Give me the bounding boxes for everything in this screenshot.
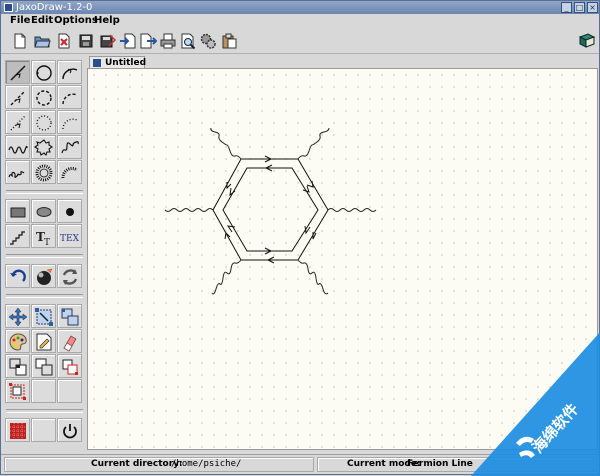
- color-tool[interactable]: [5, 329, 30, 353]
- tool-palette: TT TEX: [4, 59, 83, 452]
- maximize-button[interactable]: □: [574, 2, 585, 13]
- gluon-line-tool[interactable]: [5, 160, 30, 184]
- fermion-arrows: [224, 155, 317, 264]
- fermion-loop-tool[interactable]: [31, 60, 56, 84]
- app-window: JaxoDraw-1.2-0 _ □ × File Edit Options H…: [0, 0, 600, 476]
- photon-line[interactable]: [297, 127, 330, 160]
- photon-line[interactable]: [327, 208, 377, 212]
- text-tool-glyph-small: T: [44, 238, 50, 247]
- group-tool[interactable]: [5, 354, 30, 378]
- copy-tool[interactable]: [57, 304, 82, 328]
- menu-help[interactable]: Help: [94, 14, 120, 27]
- photon-lines: [164, 127, 377, 295]
- undo-tool[interactable]: [5, 264, 30, 288]
- open-file-icon[interactable]: [33, 32, 51, 50]
- refresh-tool[interactable]: [57, 264, 82, 288]
- main-toolbar: [1, 28, 599, 54]
- quit-tool[interactable]: [57, 418, 82, 442]
- menu-file[interactable]: File: [10, 14, 30, 27]
- empty-slot: [31, 379, 56, 403]
- menu-options[interactable]: Options: [54, 14, 98, 27]
- zigzag-line-tool[interactable]: [5, 224, 30, 248]
- help-book-icon[interactable]: [578, 32, 596, 50]
- save-icon[interactable]: [77, 32, 95, 50]
- menu-edit[interactable]: Edit: [31, 14, 53, 27]
- directory-label: Current directory:: [91, 459, 183, 469]
- preview-icon[interactable]: [179, 32, 197, 50]
- mode-value: Fermion Line: [407, 459, 473, 469]
- close-file-icon[interactable]: [55, 32, 73, 50]
- outer-fermion-loop: [212, 158, 329, 261]
- vertex-tool[interactable]: [57, 199, 82, 223]
- photon-arc-tool[interactable]: [57, 135, 82, 159]
- move-tool[interactable]: [5, 304, 30, 328]
- scalar-line-tool[interactable]: [5, 85, 30, 109]
- grid-toggle-tool[interactable]: [5, 418, 30, 442]
- box-tool[interactable]: [5, 199, 30, 223]
- photon-loop-tool[interactable]: [31, 135, 56, 159]
- import-icon[interactable]: [119, 32, 137, 50]
- ghost-line-tool[interactable]: [5, 110, 30, 134]
- title-bar: JaxoDraw-1.2-0 _ □ ×: [1, 1, 599, 14]
- window-title: JaxoDraw-1.2-0: [16, 2, 93, 13]
- blob-tool[interactable]: [31, 199, 56, 223]
- edit-tool[interactable]: [31, 329, 56, 353]
- text-tool[interactable]: TT: [31, 224, 56, 248]
- scalar-loop-tool[interactable]: [31, 85, 56, 109]
- photon-line[interactable]: [211, 259, 242, 295]
- select-all-tool[interactable]: [5, 379, 30, 403]
- fermion-arc-tool[interactable]: [57, 60, 82, 84]
- directory-value: /home/psiche/: [171, 459, 242, 469]
- document-icon: [93, 59, 101, 67]
- scalar-arc-tool[interactable]: [57, 85, 82, 109]
- app-icon: [4, 3, 13, 12]
- select-tool[interactable]: [57, 354, 82, 378]
- clear-canvas-tool[interactable]: [31, 264, 56, 288]
- print-icon[interactable]: [159, 32, 177, 50]
- new-file-icon[interactable]: [11, 32, 29, 50]
- photon-line[interactable]: [210, 127, 242, 160]
- tool-separator: [6, 190, 83, 194]
- ungroup-tool[interactable]: [31, 354, 56, 378]
- ghost-arc-tool[interactable]: [57, 110, 82, 134]
- gluon-arc-tool[interactable]: [57, 160, 82, 184]
- gluon-loop-tool[interactable]: [31, 160, 56, 184]
- tool-separator: [6, 254, 83, 258]
- minimize-button[interactable]: _: [561, 2, 572, 13]
- photon-line[interactable]: [297, 259, 329, 295]
- fermion-line-tool[interactable]: [5, 60, 30, 84]
- save-as-icon[interactable]: [99, 32, 117, 50]
- tex-tool-label: TEX: [60, 234, 80, 244]
- resize-tool[interactable]: [31, 304, 56, 328]
- preferences-icon[interactable]: [199, 32, 217, 50]
- latex-tool[interactable]: TEX: [57, 224, 82, 248]
- tool-separator: [6, 294, 83, 298]
- clipboard-icon[interactable]: [220, 32, 238, 50]
- empty-slot: [57, 379, 82, 403]
- delete-tool[interactable]: [57, 329, 82, 353]
- menu-bar: File Edit Options Help: [1, 14, 599, 27]
- ghost-loop-tool[interactable]: [31, 110, 56, 134]
- close-button[interactable]: ×: [587, 2, 598, 13]
- watermark-logo: 海绵软件: [471, 332, 600, 476]
- tool-separator: [6, 409, 83, 413]
- empty-slot: [31, 418, 56, 442]
- inner-fermion-loop: [222, 167, 319, 252]
- photon-line-tool[interactable]: [5, 135, 30, 159]
- document-tabs: Untitled: [87, 55, 597, 69]
- export-icon[interactable]: [139, 32, 158, 50]
- photon-line[interactable]: [164, 208, 214, 212]
